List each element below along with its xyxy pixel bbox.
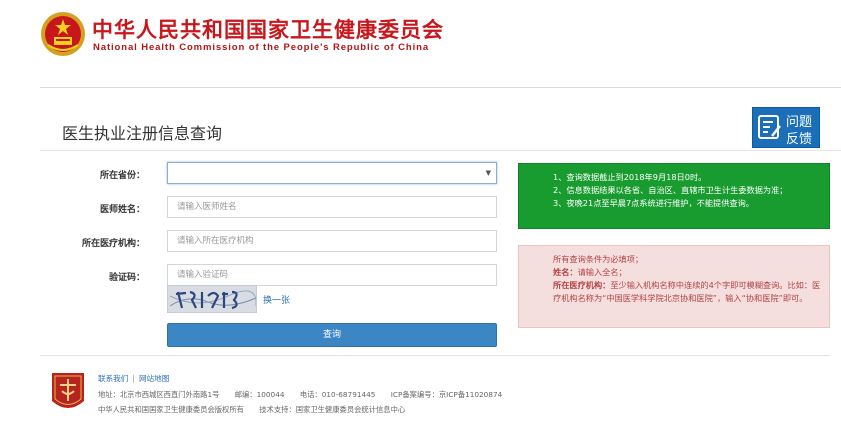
province-label: 所在省份： bbox=[99, 171, 145, 181]
institution-label: 所在医疗机构： bbox=[81, 239, 145, 249]
footer-logo-icon bbox=[52, 373, 84, 408]
footer-support: 技术支持：国家卫生健康委员会统计信息中心 bbox=[259, 405, 406, 414]
feedback-label-line2: 反馈 bbox=[786, 132, 813, 147]
footer-divider bbox=[40, 355, 830, 356]
site-header: 中华人民共和国国家卫生健康委员会 National Health Commiss… bbox=[40, 8, 508, 60]
doctor-name-label: 医师姓名： bbox=[99, 205, 145, 215]
footer-link-separator: | bbox=[132, 374, 135, 383]
doctor-name-input[interactable]: 请输入医师姓名 bbox=[167, 196, 497, 218]
feedback-icon bbox=[758, 115, 781, 139]
notice-info-box: 1、查询数据截止到2018年9月18日0时。 2、信息数据结果以各省、自治区、直… bbox=[518, 163, 830, 229]
national-emblem-icon bbox=[41, 12, 85, 56]
footer-links: 联系我们 | 网站地图 bbox=[98, 373, 169, 384]
notice-required-intro: 所有查询条件为必填项； bbox=[553, 254, 644, 264]
captcha-image bbox=[167, 285, 257, 313]
notice-name-value: 请输入全名； bbox=[577, 267, 627, 277]
page-title: 医生执业注册信息查询 bbox=[62, 124, 223, 143]
notice-name-key: 姓名： bbox=[553, 267, 578, 277]
captcha-label: 验证码： bbox=[108, 273, 145, 283]
footer-copyright: 中华人民共和国国家卫生健康委员会版权所有 bbox=[98, 405, 244, 414]
feedback-button[interactable]: 问题 反馈 bbox=[752, 107, 820, 148]
footer-postcode: 邮编：100044 bbox=[234, 390, 285, 399]
footer-copyright-row: 中华人民共和国国家卫生健康委员会版权所有 技术支持：国家卫生健康委员会统计信息中… bbox=[98, 405, 418, 415]
captcha-refresh-link[interactable]: 换一张 bbox=[263, 293, 290, 306]
chevron-down-icon: ▼ bbox=[485, 169, 491, 177]
site-title-en: National Health Commission of the People… bbox=[93, 42, 430, 53]
footer-icp: ICP备案编号：京ICP备11020874 bbox=[390, 390, 503, 399]
notice-org-key: 所在医疗机构： bbox=[553, 280, 611, 290]
contact-us-link[interactable]: 联系我们 bbox=[98, 374, 128, 383]
notice-info-line: 2、信息数据结果以各省、自治区、直辖市卫生计生委数据为准； bbox=[553, 185, 788, 195]
site-title-cn: 中华人民共和国国家卫生健康委员会 bbox=[92, 18, 444, 42]
notice-required-box: 所有查询条件为必填项； 姓名：请输入全名； 所在医疗机构：至少输入机构名称中连续… bbox=[518, 245, 830, 328]
title-divider bbox=[40, 150, 841, 151]
query-button[interactable]: 查询 bbox=[167, 323, 497, 347]
header-divider bbox=[40, 87, 841, 88]
footer-address: 地址：北京市西城区西直门外南路1号 bbox=[98, 390, 220, 399]
institution-input[interactable]: 请输入所在医疗机构 bbox=[167, 230, 497, 252]
footer-phone: 电话：010-68791445 bbox=[299, 390, 376, 399]
captcha-input[interactable]: 请输入验证码 bbox=[167, 264, 497, 286]
footer-address-row: 地址：北京市西城区西直门外南路1号 邮编：100044 电话：010-68791… bbox=[98, 390, 515, 400]
sitemap-link[interactable]: 网站地图 bbox=[139, 374, 169, 383]
notice-info-line: 3、夜晚21点至早晨7点系统进行维护，不能提供查询。 bbox=[553, 198, 754, 208]
province-select[interactable]: ▼ bbox=[167, 162, 497, 184]
notice-info-line: 1、查询数据截止到2018年9月18日0时。 bbox=[553, 172, 707, 182]
